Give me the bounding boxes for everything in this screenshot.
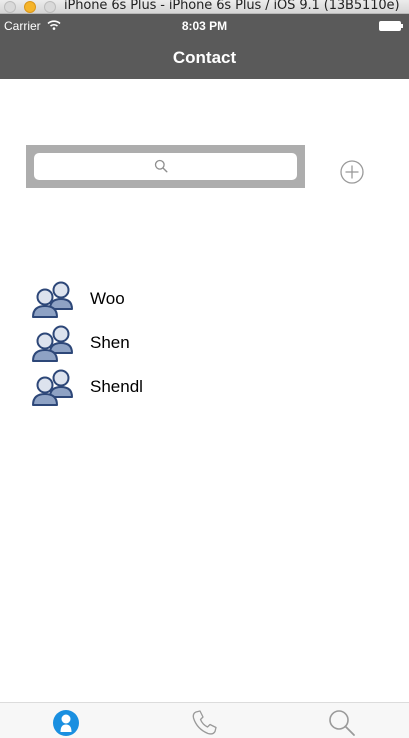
tab-search[interactable] bbox=[327, 708, 357, 738]
tab-phone[interactable] bbox=[189, 708, 219, 738]
window-zoom-button[interactable] bbox=[44, 1, 56, 13]
status-time: 8:03 PM bbox=[181, 19, 228, 33]
contact-row[interactable]: Woo bbox=[32, 277, 332, 321]
add-contact-button[interactable] bbox=[339, 159, 365, 185]
contact-name: Woo bbox=[90, 289, 125, 308]
tab-bar bbox=[0, 702, 409, 738]
contacts-avatar-icon bbox=[32, 325, 73, 362]
simulator-titlebar: iPhone 6s Plus - iPhone 6s Plus / iOS 9.… bbox=[0, 0, 409, 14]
contacts-avatar-icon bbox=[32, 281, 73, 318]
battery-icon bbox=[379, 21, 403, 31]
contact-list: Woo Shen Shendl bbox=[32, 277, 332, 409]
contact-row[interactable]: Shen bbox=[32, 321, 332, 365]
navigation-bar: Carrier 8:03 PM Contact bbox=[0, 14, 409, 79]
contact-name: Shen bbox=[90, 333, 130, 352]
contacts-avatar-icon bbox=[32, 369, 73, 406]
search-bar bbox=[26, 145, 305, 188]
window-minimize-button[interactable] bbox=[24, 1, 36, 13]
contact-row[interactable]: Shendl bbox=[32, 365, 332, 409]
search-input[interactable] bbox=[34, 153, 297, 180]
tab-contacts[interactable] bbox=[51, 708, 81, 738]
contact-name: Shendl bbox=[90, 377, 143, 396]
page-title: Contact bbox=[172, 48, 237, 67]
window-title: iPhone 6s Plus - iPhone 6s Plus / iOS 9.… bbox=[64, 0, 400, 13]
window-close-button[interactable] bbox=[4, 1, 16, 13]
